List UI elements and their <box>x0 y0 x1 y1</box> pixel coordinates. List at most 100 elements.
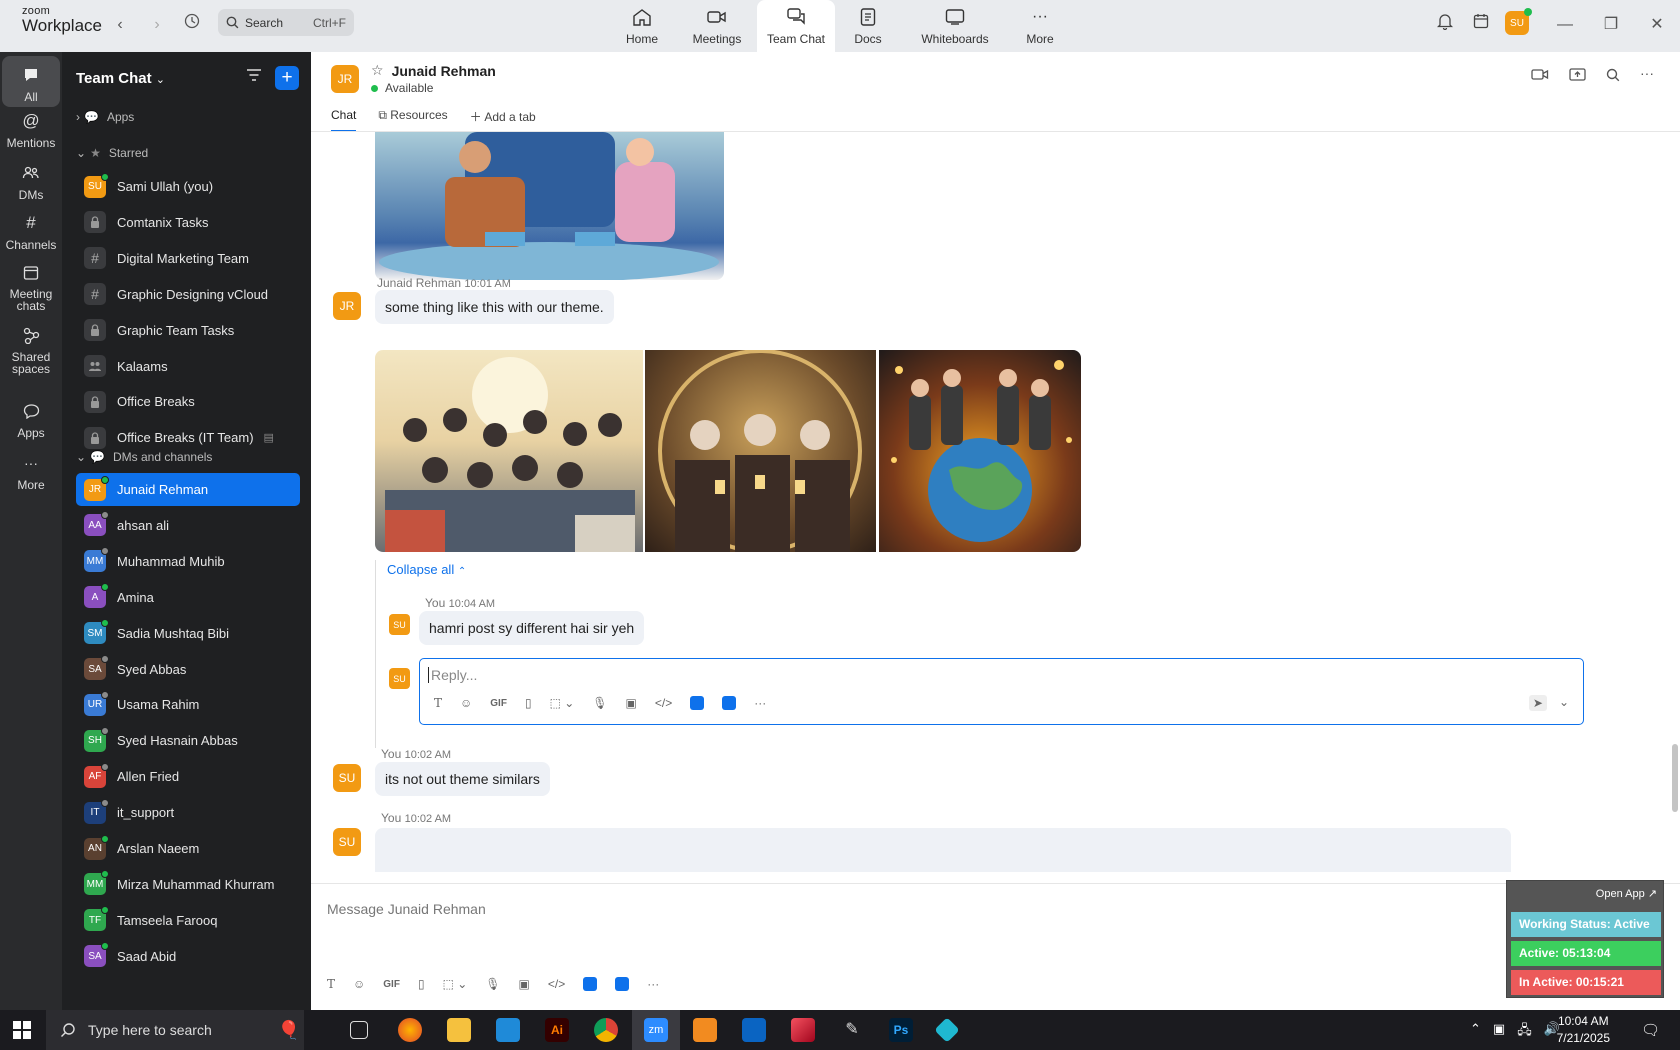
file-icon[interactable]: ▯ <box>525 696 532 710</box>
reply-input-box[interactable]: Reply... T ☺ GIF ▯ ⬚ ⌄ 🎙 ▣ </> ··· ➤ ⌄ <box>419 658 1584 725</box>
text-format-icon[interactable]: T <box>327 977 335 991</box>
chat-item-amina[interactable]: A Amina <box>76 581 300 614</box>
microphone-icon[interactable]: 🎙 <box>592 696 607 710</box>
chat-item-syed-abbas[interactable]: SA Syed Abbas <box>76 653 300 686</box>
app-icon[interactable] <box>690 696 705 710</box>
video-message-icon[interactable]: ▣ <box>519 977 530 991</box>
pen-icon[interactable]: ✎ <box>840 1018 864 1042</box>
message-bubble[interactable]: some thing like this with our theme. <box>375 290 614 324</box>
chat-item-graphic-designing-vcloud[interactable]: # Graphic Designing vCloud <box>76 278 300 311</box>
more-icon[interactable]: ··· <box>754 696 766 710</box>
tab-docs[interactable]: Docs <box>830 0 906 52</box>
file-icon[interactable]: ▯ <box>418 977 425 991</box>
task-view-icon[interactable] <box>350 1021 368 1039</box>
taskbar-search[interactable]: Type here to search 🎈 <box>46 1010 304 1050</box>
sidebar-item-shared-spaces[interactable]: Shared spaces <box>2 324 60 375</box>
section-apps[interactable]: › 💬 Apps <box>76 100 300 133</box>
more-options-icon[interactable]: ··· <box>1640 66 1654 87</box>
close-icon[interactable]: ✕ <box>1645 13 1669 37</box>
creative-cloud-icon[interactable] <box>791 1018 815 1042</box>
screenshot-icon[interactable]: ⬚ ⌄ <box>550 696 575 710</box>
search-icon[interactable] <box>1606 68 1620 87</box>
share-screen-icon[interactable] <box>1569 68 1586 87</box>
app-icon[interactable] <box>722 696 737 710</box>
shared-image[interactable] <box>375 350 643 552</box>
sidebar-item-more[interactable]: ··· More <box>2 452 60 491</box>
firefox-icon[interactable] <box>398 1018 422 1042</box>
star-icon[interactable]: ☆ <box>371 62 384 79</box>
back-icon[interactable]: ‹ <box>108 13 132 37</box>
app-icon[interactable] <box>693 1018 717 1042</box>
sidebar-item-channels[interactable]: # Channels <box>2 212 60 251</box>
more-icon[interactable]: ··· <box>647 977 659 991</box>
chat-item-arslan-naeem[interactable]: AN Arslan Naeem <box>76 832 300 865</box>
team-chat-dropdown[interactable]: Team Chat ⌄ <box>76 70 165 87</box>
contact-name[interactable]: Junaid Rehman <box>392 63 496 79</box>
tab-resources[interactable]: ⧉ Resources <box>378 108 447 132</box>
sidebar-item-apps[interactable]: Apps <box>2 400 60 439</box>
chat-item-comtanix-tasks[interactable]: Comtanix Tasks <box>76 206 300 239</box>
avatar[interactable]: JR <box>331 64 359 93</box>
forward-icon[interactable]: › <box>145 13 169 37</box>
photoshop-icon[interactable]: Ps <box>889 1018 913 1042</box>
shared-image[interactable] <box>879 350 1081 552</box>
chat-item-muhammad-muhib[interactable]: MM Muhammad Muhib <box>76 545 300 578</box>
avatar[interactable]: JR <box>333 292 361 320</box>
chevron-up-icon[interactable]: ⌃ <box>1470 1021 1481 1043</box>
scrollbar[interactable] <box>1670 132 1680 872</box>
code-icon[interactable]: </> <box>548 977 565 991</box>
history-icon[interactable] <box>180 13 204 37</box>
tab-meetings[interactable]: Meetings <box>679 0 755 52</box>
chat-item-allen-fried[interactable]: AF Allen Fried <box>76 760 300 793</box>
chat-item-ahsan-ali[interactable]: AA ahsan ali <box>76 509 300 542</box>
zoom-taskbar-item[interactable]: zm <box>632 1010 680 1050</box>
open-app-button[interactable]: Open App ↗ <box>1596 887 1657 900</box>
notification-icon[interactable]: 🗨 <box>1641 1021 1660 1039</box>
chrome-icon[interactable] <box>594 1018 618 1042</box>
reply-input[interactable]: Reply... <box>428 667 477 683</box>
chevron-down-icon[interactable]: ⌄ <box>1559 695 1569 711</box>
vscode-icon[interactable] <box>496 1018 520 1042</box>
chat-item-sadia-mushtaq-bibi[interactable]: SM Sadia Mushtaq Bibi <box>76 617 300 650</box>
app-icon[interactable] <box>615 977 630 991</box>
message-bubble[interactable]: hamri post sy different hai sir yeh <box>419 611 645 645</box>
code-icon[interactable]: </> <box>655 696 672 710</box>
restore-icon[interactable]: ❐ <box>1599 13 1623 37</box>
message-bubble[interactable] <box>375 828 1511 872</box>
tab-add[interactable]: ＋ Add a tab <box>470 108 536 132</box>
new-chat-button[interactable]: + <box>275 66 299 90</box>
tab-more[interactable]: ··· More <box>1002 0 1078 52</box>
app-icon[interactable] <box>934 1017 960 1043</box>
gif-icon[interactable]: GIF <box>490 698 507 709</box>
avatar[interactable]: SU <box>333 764 361 792</box>
tab-home[interactable]: Home <box>604 0 680 52</box>
emoji-icon[interactable]: ☺ <box>353 977 365 991</box>
bell-icon[interactable] <box>1433 13 1457 37</box>
network-icon[interactable]: 🖧 <box>1517 1021 1532 1043</box>
chat-item-office-breaks[interactable]: Office Breaks <box>76 385 300 418</box>
sidebar-item-dms[interactable]: DMs <box>2 162 60 201</box>
scrollbar-thumb[interactable] <box>1672 744 1678 812</box>
text-format-icon[interactable]: T <box>434 696 442 710</box>
avatar[interactable]: SU <box>389 614 410 635</box>
app-icon[interactable] <box>583 977 598 991</box>
tab-whiteboards[interactable]: Whiteboards <box>916 0 994 52</box>
chat-item-graphic-team-tasks[interactable]: Graphic Team Tasks <box>76 314 300 347</box>
avatar[interactable]: SU <box>333 828 361 856</box>
tab-chat[interactable]: Chat <box>331 108 357 132</box>
collapse-all-link[interactable]: Collapse all ⌃ <box>387 562 466 577</box>
section-dms-channels[interactable]: ⌄ 💬 DMs and channels <box>76 440 300 473</box>
sidebar-item-all[interactable]: All <box>2 56 60 107</box>
search-input[interactable]: Search Ctrl+F <box>218 9 354 36</box>
user-avatar[interactable]: SU <box>1505 8 1532 35</box>
tab-team-chat[interactable]: Team Chat <box>757 0 835 52</box>
emoji-icon[interactable]: ☺ <box>460 696 472 710</box>
video-call-icon[interactable] <box>1531 68 1549 87</box>
chat-item-junaid-rehman[interactable]: JR Junaid Rehman <box>76 473 300 506</box>
chat-item-digital-marketing-team[interactable]: # Digital Marketing Team <box>76 242 300 275</box>
message-bubble[interactable]: its not out theme similars <box>375 762 550 796</box>
tray-app-icon[interactable]: ▣ <box>1493 1021 1505 1043</box>
filter-icon[interactable] <box>246 68 262 87</box>
chat-item-saad-abid[interactable]: SA Saad Abid <box>76 940 300 973</box>
send-icon[interactable]: ➤ <box>1528 695 1547 711</box>
